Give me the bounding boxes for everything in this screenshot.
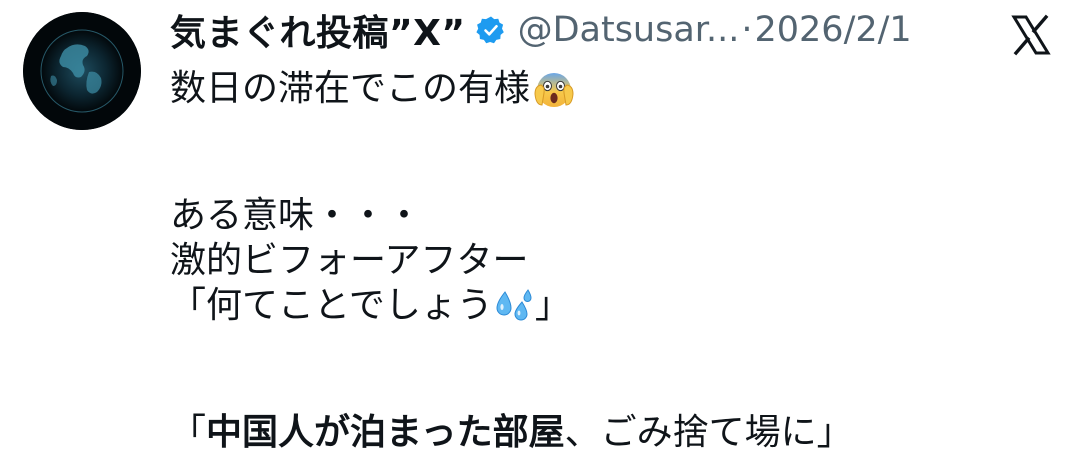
body-line-5-bold: 中国人が泊まった部屋 <box>206 412 565 453</box>
screaming-face-emoji <box>532 68 576 112</box>
post-date[interactable]: 2026/2/1 <box>755 10 912 50</box>
body-line-4-text: 「何てことでしょう <box>170 285 493 326</box>
body-line-4-close: 」 <box>534 285 571 326</box>
body-line-1: 数日の滞在でこの有様 <box>170 66 1050 111</box>
body-line-5-rest: 、ごみ捨て場に」 <box>564 412 853 453</box>
user-handle[interactable]: @Datsusar... <box>518 10 740 50</box>
earth-globe-icon <box>23 12 141 130</box>
x-logo-icon[interactable] <box>1010 14 1052 56</box>
body-line-1-text: 数日の滞在でこの有様 <box>170 68 531 109</box>
header-separator: · <box>741 10 753 50</box>
sweat-droplets-emoji <box>495 288 535 326</box>
tweet-card[interactable]: 気まぐれ投稿”X” @Datsusar... · 2026/2/1 数日の滞在で… <box>0 0 1080 469</box>
tweet-body: 数日の滞在でこの有様 ある意味・・・ 激的ビフォーアフター 「何てことでしょう … <box>170 66 1050 455</box>
tweet-header: 気まぐれ投稿”X” @Datsusar... · 2026/2/1 <box>170 8 1000 54</box>
body-line-4: 「何てことでしょう 」 <box>170 283 1050 328</box>
avatar[interactable] <box>23 12 141 130</box>
body-line-5: 「中国人が泊まった部屋、ごみ捨て場に」 <box>170 410 1050 455</box>
body-line-3: 激的ビフォーアフター <box>170 240 529 281</box>
verified-badge-icon <box>475 15 506 45</box>
body-line-5-open: 「 <box>170 412 207 453</box>
display-name[interactable]: 気まぐれ投稿”X” <box>170 4 466 56</box>
body-line-2: ある意味・・・ <box>170 195 423 236</box>
